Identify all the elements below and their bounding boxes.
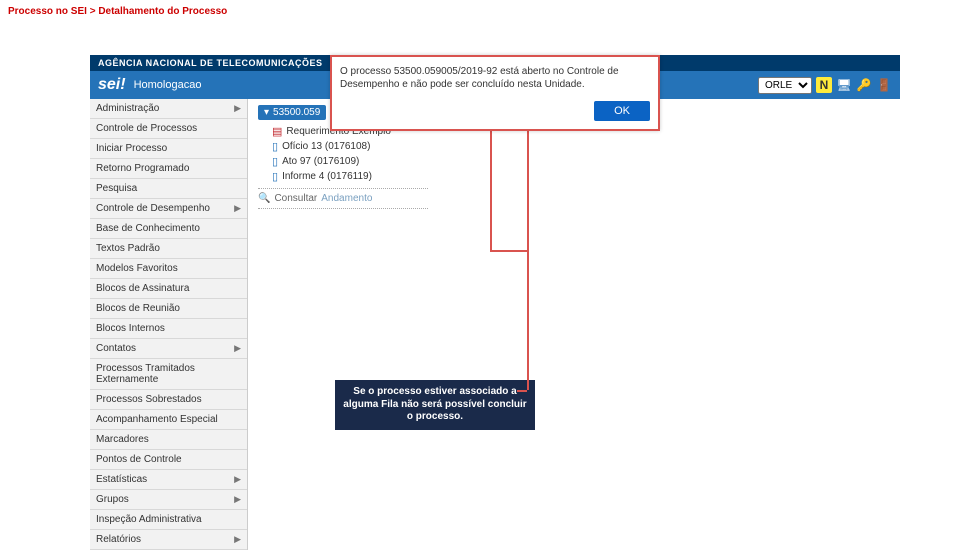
sidebar-item[interactable]: Marcadores xyxy=(90,430,247,450)
consult-prefix: Consultar xyxy=(274,193,317,204)
sidebar-item[interactable]: Relatórios▶ xyxy=(90,530,247,550)
sidebar-item-label: Grupos xyxy=(96,494,129,505)
chevron-right-icon: ▶ xyxy=(234,494,241,505)
sidebar-item[interactable]: Processos Tramitados Externamente xyxy=(90,359,247,390)
chevron-right-icon: ▶ xyxy=(234,343,241,354)
content-area: ▾ 53500.059 ▤Requerimento Exemplo▯Ofício… xyxy=(248,99,900,550)
sidebar-item[interactable]: Contatos ▶ xyxy=(90,339,247,359)
sidebar-item[interactable]: Controle de Desempenho ▶ xyxy=(90,199,247,219)
connector-line xyxy=(527,120,529,390)
sidebar-item-label: Controle de Desempenho xyxy=(96,203,210,214)
sei-logo: sei! xyxy=(98,76,126,94)
ok-button[interactable]: OK xyxy=(594,101,650,121)
sidebar-item[interactable]: Retorno Programado xyxy=(90,159,247,179)
document-icon: ▯ xyxy=(272,155,278,168)
sidebar-item-label: Blocos Internos xyxy=(96,323,165,334)
unit-select[interactable]: ORLE xyxy=(758,77,812,94)
postit-icon[interactable]: N xyxy=(816,77,832,93)
sidebar-item[interactable]: Blocos de Reunião xyxy=(90,299,247,319)
document-label: Informe 4 (0176119) xyxy=(282,171,372,182)
process-number-badge[interactable]: ▾ 53500.059 xyxy=(258,105,326,120)
exit-icon[interactable]: 🚪 xyxy=(876,77,892,93)
sidebar-item[interactable]: Blocos Internos xyxy=(90,319,247,339)
sidebar-item-label: Processos Sobrestados xyxy=(96,394,202,405)
sidebar-item-label: Marcadores xyxy=(96,434,149,445)
sidebar-item[interactable]: Grupos ▶ xyxy=(90,490,247,510)
sidebar-item-label: Estatísticas xyxy=(96,474,147,485)
connector-line xyxy=(490,120,492,250)
connector-line xyxy=(517,390,527,392)
divider xyxy=(258,188,428,189)
process-number: 53500.059 xyxy=(273,107,320,118)
sidebar-item[interactable]: Inspeção Administrativa xyxy=(90,510,247,530)
document-list: ▤Requerimento Exemplo▯Ofício 13 (0176108… xyxy=(272,124,890,184)
sidebar-item[interactable]: Acompanhamento Especial xyxy=(90,410,247,430)
alert-modal: O processo 53500.059005/2019-92 está abe… xyxy=(330,55,660,131)
sidebar-item-label: Controle de Processos xyxy=(96,123,197,134)
chevron-right-icon: ▶ xyxy=(234,203,241,214)
sidebar-item-label: Contatos xyxy=(96,343,136,354)
document-icon: ▯ xyxy=(272,140,278,153)
divider xyxy=(258,208,428,209)
sidebar-item-label: Pesquisa xyxy=(96,183,137,194)
sidebar-item-label: Administração xyxy=(96,103,159,114)
document-label: Ato 97 (0176109) xyxy=(282,156,359,167)
document-icon: ▯ xyxy=(272,170,278,183)
sidebar-item-label: Inspeção Administrativa xyxy=(96,514,202,525)
sidebar-item-label: Textos Padrão xyxy=(96,243,160,254)
key-icon[interactable]: 🔑 xyxy=(856,77,872,93)
sidebar-item[interactable]: Estatísticas ▶ xyxy=(90,470,247,490)
sidebar: Administração ▶ Controle de Processos Inici… xyxy=(90,99,248,550)
env-label: Homologacao xyxy=(134,79,202,91)
sidebar-item-label: Blocos de Assinatura xyxy=(96,283,189,294)
sidebar-item[interactable]: Administração ▶ xyxy=(90,99,247,119)
sidebar-item[interactable]: Modelos Favoritos xyxy=(90,259,247,279)
document-item[interactable]: ▯ Informe 4 (0176119) xyxy=(272,169,890,184)
monitor-icon[interactable]: 🖥 xyxy=(836,77,852,93)
sidebar-item[interactable]: Processos Sobrestados xyxy=(90,390,247,410)
document-label: Ofício 13 (0176108) xyxy=(282,141,370,152)
breadcrumb: Processo no SEI > Detalhamento do Proces… xyxy=(0,0,960,23)
sidebar-item-label: Pontos de Controle xyxy=(96,454,182,465)
sidebar-item[interactable]: Pesquisa xyxy=(90,179,247,199)
document-item[interactable]: ▯ Ofício 13 (0176108) xyxy=(272,139,890,154)
sidebar-item[interactable]: Controle de Processos xyxy=(90,119,247,139)
sidebar-item[interactable]: Pontos de Controle xyxy=(90,450,247,470)
tree-collapse-icon[interactable]: ▾ xyxy=(264,107,269,118)
sidebar-item-label: Acompanhamento Especial xyxy=(96,414,218,425)
annotation-callout: Se o processo estiver associado a alguma… xyxy=(335,380,535,430)
connector-line xyxy=(490,250,528,252)
modal-text: O processo 53500.059005/2019-92 está abe… xyxy=(340,65,650,91)
sidebar-item-label: Retorno Programado xyxy=(96,163,189,174)
sidebar-item-label: Base de Conhecimento xyxy=(96,223,200,234)
sidebar-item[interactable]: Base de Conhecimento xyxy=(90,219,247,239)
sidebar-item[interactable]: Textos Padrão xyxy=(90,239,247,259)
sidebar-item-label: Processos Tramitados Externamente xyxy=(96,363,241,385)
sidebar-item-label: Iniciar Processo xyxy=(96,143,167,154)
pdf-icon: ▤ xyxy=(272,125,282,138)
chevron-right-icon: ▶ xyxy=(234,103,241,114)
sidebar-item[interactable]: Iniciar Processo xyxy=(90,139,247,159)
consult-link[interactable]: Andamento xyxy=(321,193,372,204)
magnifier-icon: 🔍 xyxy=(258,193,270,204)
document-item[interactable]: ▯ Ato 97 (0176109) xyxy=(272,154,890,169)
sidebar-item-label: Blocos de Reunião xyxy=(96,303,180,314)
sidebar-item-label: Modelos Favoritos xyxy=(96,263,178,274)
consult-row[interactable]: 🔍 Consultar Andamento xyxy=(258,193,890,204)
chevron-right-icon: ▶ xyxy=(234,474,241,485)
sidebar-item[interactable]: Blocos de Assinatura xyxy=(90,279,247,299)
